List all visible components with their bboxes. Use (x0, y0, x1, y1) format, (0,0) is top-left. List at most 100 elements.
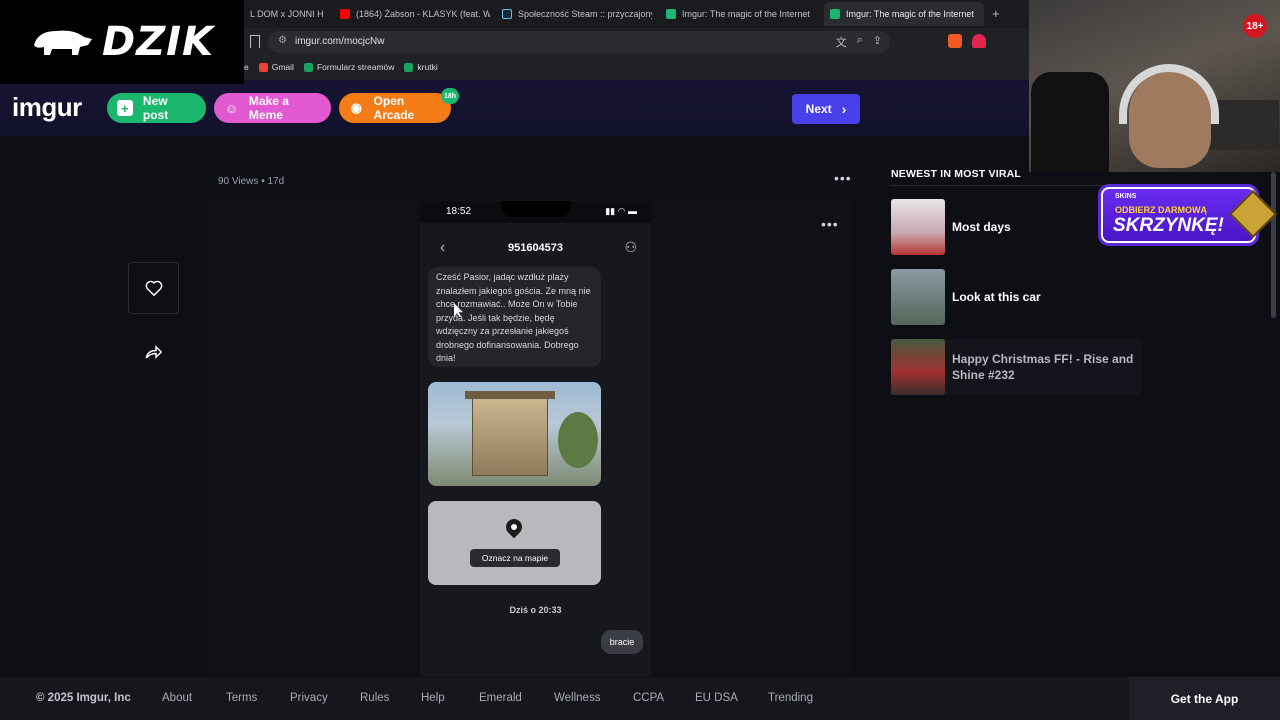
sheets-icon (404, 62, 414, 72)
bookmark-item[interactable]: e (244, 62, 249, 72)
tab-label: Imgur: The magic of the Internet (846, 9, 974, 19)
tab-label: Społeczność Steam :: przyczajony :: E (518, 9, 652, 19)
imgur-logo[interactable]: imgur (12, 92, 82, 123)
bookmark-gmail[interactable]: Gmail (258, 62, 294, 72)
tab-bar: L DOM x JONNI HER (1864) Żabson - KLASYK… (244, 0, 1029, 28)
footer-link-wellness[interactable]: Wellness (554, 692, 600, 704)
map-button: Oznacz na mapie (470, 549, 560, 567)
footer-link-eu-dsa[interactable]: EU DSA (695, 692, 738, 704)
chevron-right-icon: › (841, 101, 847, 117)
bookmarks-bar: e Gmail Formularz streamów krutki (244, 58, 1029, 76)
post-meta: 90 Views • 17d (218, 176, 284, 187)
post-age: 17d (267, 176, 285, 187)
overlay-logo-text: DZIK (101, 19, 215, 65)
footer-link-terms[interactable]: Terms (226, 692, 257, 704)
tab-label: (1864) Żabson - KLASYK (feat. Wiz K (356, 9, 490, 19)
footer-link-ccpa[interactable]: CCPA (633, 692, 664, 704)
footer-link-about[interactable]: About (162, 692, 192, 704)
address-bar[interactable]: ⚙ imgur.com/mocjcNw 文 ⌕ ⇪ (268, 31, 890, 53)
post-views: 90 Views (218, 176, 259, 187)
footer-link-trending[interactable]: Trending (768, 692, 813, 704)
gift-box-icon (1228, 189, 1278, 239)
translate-icon[interactable]: 文 (836, 34, 847, 50)
open-arcade-button[interactable]: ◉ Open Arcade (339, 93, 451, 123)
browser-tab-4[interactable]: Imgur: The magic of the Internet (660, 2, 816, 26)
post-title[interactable]: Happy Christmas FF! - Rise and Shine #23… (952, 351, 1141, 383)
tab-label: Imgur: The magic of the Internet (682, 9, 810, 19)
phone-notch (502, 201, 570, 217)
footer-link-privacy[interactable]: Privacy (290, 692, 328, 704)
image-options-button[interactable]: ••• (821, 216, 839, 232)
get-the-app-button[interactable]: Get the App (1129, 677, 1280, 720)
imgur-favicon-icon (830, 9, 840, 19)
new-post-label: New post (142, 94, 169, 122)
bookmark-label: Gmail (271, 62, 294, 72)
url-text[interactable]: imgur.com/mocjcNw (295, 36, 384, 47)
browser-tab-1[interactable]: L DOM x JONNI HER (244, 2, 324, 26)
map-pin-icon (502, 515, 526, 539)
footer-link-emerald[interactable]: Emerald (479, 692, 522, 704)
bookmark-icon[interactable] (250, 35, 260, 48)
post-options-button[interactable]: ••• (834, 170, 852, 186)
new-post-button[interactable]: + New post (107, 93, 206, 123)
gmail-icon (258, 62, 268, 72)
brave-shield-icon[interactable] (948, 34, 962, 48)
promo-banner: SKINS ODBIERZ DARMOWĄ SKRZYNKĘ! (1101, 187, 1278, 243)
page-scrollbar[interactable] (1271, 172, 1276, 318)
copyright: © 2025 Imgur, Inc (36, 692, 131, 704)
post-title[interactable]: Most days (952, 219, 1011, 235)
share-icon[interactable]: ⇪ (873, 34, 882, 50)
promo-line-1: ODBIERZ DARMOWĄ (1115, 205, 1207, 215)
post-thumbnail[interactable] (891, 339, 945, 395)
favorite-button[interactable] (128, 262, 179, 314)
make-meme-label: Make a Meme (248, 94, 289, 122)
background-shelf (1209, 100, 1279, 150)
make-meme-button[interactable]: ☺ Make a Meme (214, 93, 331, 123)
browser-tab-3[interactable]: Społeczność Steam :: przyczajony :: E (496, 2, 652, 26)
plus-icon: + (117, 100, 133, 116)
brave-rewards-icon[interactable] (972, 34, 986, 48)
open-arcade-label: Open Arcade (373, 94, 415, 122)
address-row: ⚙ imgur.com/mocjcNw 文 ⌕ ⇪ (244, 30, 1029, 54)
signal-battery-icon: ▮▮ ◠ ▬ (605, 206, 637, 216)
reply-bubble: bracie (601, 630, 643, 654)
bookmark-krutki[interactable]: krutki (404, 62, 438, 72)
phone-contact-number: 951604573 (507, 242, 564, 254)
phone-time: 18:52 (446, 206, 472, 217)
promo-brand: SKINS (1115, 193, 1137, 200)
zoom-icon[interactable]: ⌕ (857, 34, 863, 50)
boar-icon (33, 30, 92, 55)
share-button[interactable] (144, 344, 163, 365)
footer-link-rules[interactable]: Rules (360, 692, 389, 704)
url-actions: 文 ⌕ ⇪ (836, 34, 882, 50)
sidebar-post-item[interactable]: Happy Christmas FF! - Rise and Shine #23… (891, 339, 1141, 395)
bookmark-formularz[interactable]: Formularz streamów (303, 62, 395, 72)
arcade-timer-badge: 18h (441, 88, 459, 104)
tab-label: L DOM x JONNI HER (250, 9, 324, 19)
photo-building (465, 391, 555, 476)
phone-chat-header: ‹ 951604573 ⚇ (420, 229, 651, 269)
imgur-favicon-icon (666, 9, 676, 19)
next-post-button[interactable]: Next › (792, 94, 860, 124)
bookmark-label: Formularz streamów (316, 62, 395, 72)
promo-line-2: SKRZYNKĘ! (1113, 215, 1224, 236)
add-contact-icon: ⚇ (624, 239, 637, 255)
photo-tree (558, 412, 598, 468)
browser-tab-2[interactable]: (1864) Żabson - KLASYK (feat. Wiz K (334, 2, 490, 26)
message-photo (428, 382, 601, 486)
sheets-icon (303, 62, 313, 72)
bookmark-label: e (244, 62, 249, 72)
site-settings-icon[interactable]: ⚙ (278, 35, 287, 46)
footer-link-help[interactable]: Help (421, 692, 445, 704)
message-text: Cześć Pasior, jadąc wzdłuż plaży znalazł… (436, 272, 591, 363)
sidebar-divider (891, 185, 1141, 186)
headset-icon (1119, 64, 1219, 124)
message-date: Dziś o 20:33 (509, 605, 562, 615)
browser-tab-active[interactable]: Imgur: The magic of the Internet × (824, 2, 984, 26)
post-title[interactable]: Look at this car (952, 289, 1041, 305)
new-tab-button[interactable]: + (992, 6, 1000, 21)
sidebar-post-item[interactable]: Look at this car (891, 269, 1141, 325)
post-thumbnail[interactable] (891, 199, 945, 255)
imgur-header: imgur + New post ☺ Make a Meme ◉ Open Ar… (0, 80, 1029, 136)
post-thumbnail[interactable] (891, 269, 945, 325)
